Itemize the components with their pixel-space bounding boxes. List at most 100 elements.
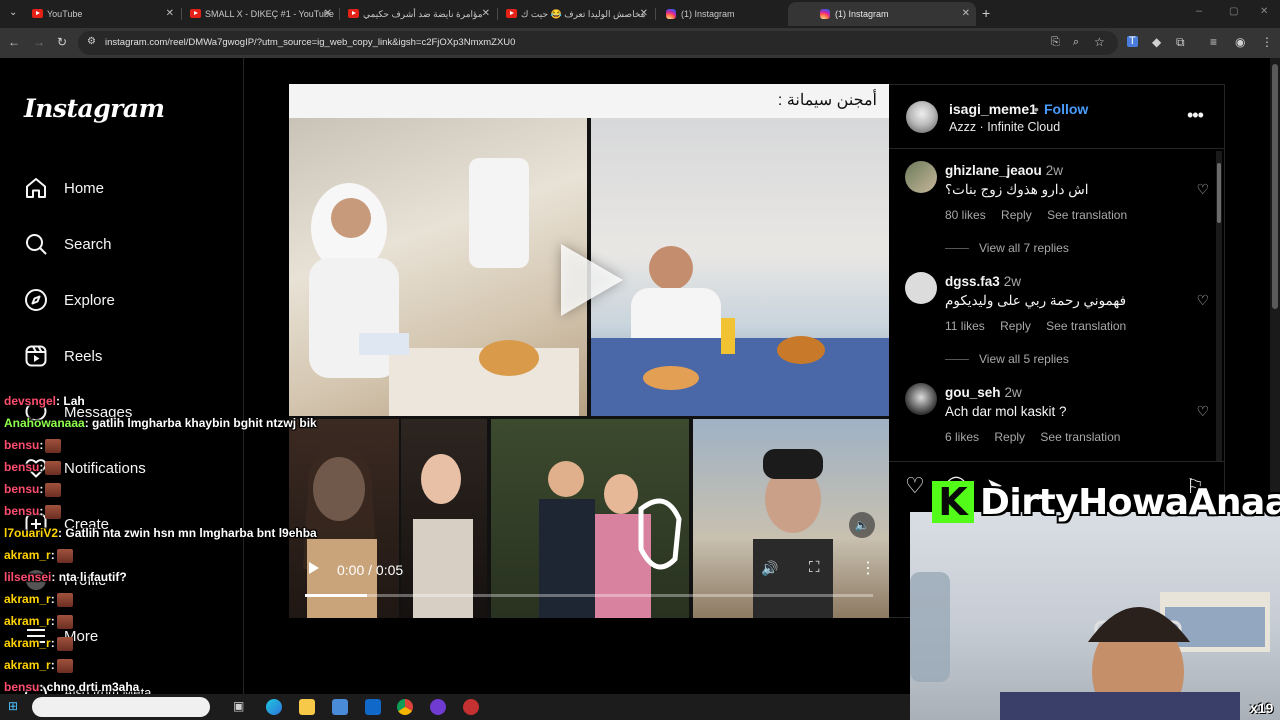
app-icon[interactable] <box>463 699 479 715</box>
browser-menu-icon[interactable]: ⋮ <box>1261 36 1273 48</box>
more-options-icon[interactable]: ⋮ <box>860 558 876 578</box>
chat-username: akram_r <box>4 614 51 628</box>
comment-item: dgss.fa3 2w فهموني رحمة ربي على وليديكوم … <box>889 272 1209 372</box>
fullscreen-icon[interactable]: ⛶ <box>809 559 820 576</box>
comment-username[interactable]: dgss.fa3 2w <box>945 274 1021 289</box>
mute-icon[interactable]: 🔊 <box>761 560 778 577</box>
browser-toolbar: ← → ↻ ⚙ instagram.com/reel/DMWa7gwogIP/?… <box>0 28 1280 58</box>
reply-button[interactable]: Reply <box>994 430 1025 444</box>
chat-message: akram_r: <box>4 636 73 651</box>
url-text: instagram.com/reel/DMWa7gwogIP/?utm_sour… <box>105 37 516 48</box>
reply-button[interactable]: Reply <box>1001 208 1032 222</box>
see-translation-button[interactable]: See translation <box>1040 430 1120 444</box>
follow-button[interactable]: Follow <box>1044 101 1088 117</box>
comment-likes[interactable]: 11 likes <box>945 319 985 333</box>
chat-text: : <box>39 438 44 452</box>
comment-username[interactable]: ghizlane_jeaou 2w <box>945 163 1063 178</box>
author-username[interactable]: isagi_meme1 <box>949 101 1037 117</box>
play-button[interactable] <box>561 244 623 316</box>
store-icon[interactable] <box>332 699 348 715</box>
chrome-icon[interactable] <box>397 699 413 715</box>
youtube-icon <box>348 9 359 18</box>
install-app-icon[interactable]: ⎘ <box>1051 37 1060 48</box>
comment-like-icon[interactable]: ♡ <box>1196 292 1209 309</box>
tab-walida[interactable]: مخاصش الوليدا تعرف 😂 حيت ك ✕ <box>474 2 654 26</box>
view-replies-button[interactable]: View all 5 replies <box>945 352 1069 366</box>
nav-explore[interactable]: Explore <box>24 285 115 315</box>
comment-like-icon[interactable]: ♡ <box>1196 181 1209 198</box>
chat-username: akram_r <box>4 636 51 650</box>
chat-text: : <box>39 460 44 474</box>
site-info-icon[interactable]: ⚙ <box>87 37 96 47</box>
tab-small-x[interactable]: SMALL X - DIKEÇ #1 - YouTube ✕ <box>158 2 338 26</box>
new-tab-icon[interactable]: + <box>982 6 990 20</box>
comment-username[interactable]: gou_seh 2w <box>945 385 1022 400</box>
chat-text: : <box>50 614 55 628</box>
comment-avatar[interactable] <box>905 383 937 415</box>
viewer-badge: x19 <box>1250 700 1274 716</box>
file-explorer-icon[interactable] <box>299 699 315 715</box>
reply-button[interactable]: Reply <box>1000 319 1031 333</box>
tab-instagram-active[interactable]: (1) Instagram ✕ <box>788 2 976 26</box>
volume-icon[interactable]: 🔈 <box>849 512 875 538</box>
extensions-puzzle-icon[interactable]: ⧉ <box>1176 36 1185 48</box>
post-options-icon[interactable]: ••• <box>1187 105 1204 126</box>
comment-likes[interactable]: 6 likes <box>945 430 979 444</box>
bookmark-star-icon[interactable]: ☆ <box>1094 36 1105 48</box>
close-icon[interactable]: ✕ <box>962 8 970 19</box>
instagram-logo[interactable]: Instagram <box>24 94 165 123</box>
tab-title: (1) Instagram <box>681 9 735 19</box>
restore-icon[interactable]: ▢ <box>1229 7 1238 17</box>
reload-icon[interactable]: ↻ <box>57 36 67 48</box>
comment-like-icon[interactable]: ♡ <box>1196 403 1209 420</box>
nav-reels[interactable]: Reels <box>24 341 102 371</box>
taskbar-search-box[interactable] <box>32 697 210 717</box>
nav-home[interactable]: Home <box>24 173 104 203</box>
chat-username: devsngel <box>4 394 57 408</box>
tab-title: مؤامرة نايضة ضد أشرف حكيمي <box>363 9 483 19</box>
progress-bar[interactable] <box>305 594 873 597</box>
outlook-icon[interactable] <box>365 699 381 715</box>
video-controls: 0:00 / 0:05 🔊 ⛶ ⋮ <box>289 546 889 597</box>
comment-avatar[interactable] <box>905 161 937 193</box>
chat-username: akram_r <box>4 592 51 606</box>
see-translation-button[interactable]: See translation <box>1046 319 1126 333</box>
minimize-icon[interactable]: – <box>1196 6 1202 17</box>
windows-start-icon[interactable]: ⊞ <box>8 700 18 712</box>
comment-avatar[interactable] <box>905 272 937 304</box>
chat-text: : Gatlih nta zwin hsn mn lmgharba bnt l9… <box>58 526 317 540</box>
tab-hakimi[interactable]: مؤامرة نايضة ضد أشرف حكيمي ✕ <box>316 2 496 26</box>
forward-icon[interactable]: → <box>33 36 45 48</box>
address-bar[interactable]: ⚙ instagram.com/reel/DMWa7gwogIP/?utm_so… <box>78 31 1118 55</box>
home-icon <box>24 176 48 200</box>
page-scroll-thumb[interactable] <box>1272 64 1278 309</box>
chat-message: bensu: <box>4 482 62 497</box>
obs-icon[interactable] <box>430 699 446 715</box>
translate-extension-icon[interactable]: T <box>1127 36 1138 47</box>
author-avatar[interactable] <box>906 101 938 133</box>
zoom-icon[interactable]: ⌕ <box>1073 37 1079 48</box>
comments-scrollbar[interactable] <box>1216 151 1222 461</box>
task-view-icon[interactable]: ▣ <box>233 700 244 712</box>
tab-instagram-1[interactable]: (1) Instagram ✕ <box>634 2 814 26</box>
nav-search[interactable]: Search <box>24 229 112 259</box>
see-translation-button[interactable]: See translation <box>1047 208 1127 222</box>
comment-likes[interactable]: 80 likes <box>945 208 986 222</box>
profile-icon[interactable]: ◉ <box>1235 36 1245 48</box>
browser-tab-bar: ⌄ YouTube ✕ SMALL X - DIKEÇ #1 - YouTube… <box>0 0 1280 28</box>
tab-youtube[interactable]: YouTube ✕ <box>0 2 180 26</box>
streamer-name: DirtyHowaAnaa <box>980 481 1280 523</box>
view-replies-button[interactable]: View all 7 replies <box>945 241 1069 255</box>
extension-diamond-icon[interactable]: ◆ <box>1152 36 1161 48</box>
window-close-icon[interactable]: ✕ <box>1260 7 1268 17</box>
kick-logo-icon: K <box>932 480 974 524</box>
audio-attribution[interactable]: Azzz · Infinite Cloud <box>949 120 1060 134</box>
windows-taskbar: ⊞ ▣ <box>0 694 910 720</box>
like-post-icon[interactable]: ♡ <box>905 473 925 499</box>
back-icon[interactable]: ← <box>8 36 20 48</box>
media-control-icon[interactable]: ≡ <box>1210 36 1217 48</box>
comment-meta: 80 likes Reply See translation <box>945 208 1139 222</box>
edge-icon[interactable] <box>266 699 282 715</box>
chat-username: l7ouariV2 <box>4 526 59 540</box>
reel-video-player[interactable]: أمجنن سيمانة : 🔈 0:00 / 0:05 🔊 ⛶ ⋮ <box>289 84 889 618</box>
